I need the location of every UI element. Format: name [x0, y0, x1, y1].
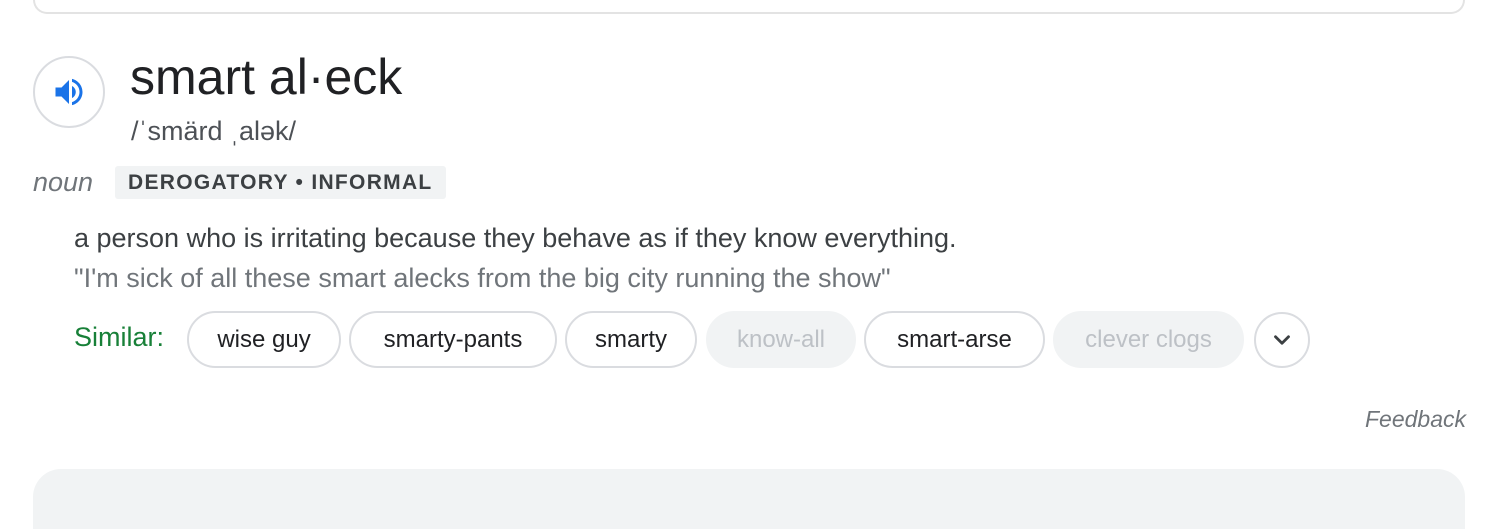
speaker-icon — [55, 78, 83, 106]
similar-chip-smarty-pants[interactable]: smarty-pants — [349, 311, 557, 368]
expand-similar-button[interactable] — [1254, 312, 1310, 368]
pronunciation-audio-button[interactable] — [33, 56, 105, 128]
similar-chip-clever-clogs: clever clogs — [1053, 311, 1244, 368]
similar-label: Similar: — [74, 322, 165, 352]
headword: smart al·eck — [130, 49, 403, 105]
usage-label: DEROGATORY • INFORMAL — [115, 166, 446, 199]
similar-chip-smarty[interactable]: smarty — [565, 311, 697, 368]
similar-chip-know-all: know-all — [706, 311, 856, 368]
example-sentence: "I'm sick of all these smart alecks from… — [74, 263, 891, 293]
pronunciation: /ˈsmärd ˌalək/ — [131, 116, 297, 146]
similar-chip-smart-arse[interactable]: smart-arse — [864, 311, 1045, 368]
similar-chip-wise-guy[interactable]: wise guy — [187, 311, 341, 368]
part-of-speech: noun — [33, 167, 94, 197]
feedback-link[interactable]: Feedback — [1365, 405, 1466, 433]
definition-text: a person who is irritating because they … — [74, 223, 957, 253]
next-result-card — [33, 469, 1465, 529]
previous-result-card — [33, 0, 1465, 14]
chevron-down-icon — [1274, 335, 1290, 345]
